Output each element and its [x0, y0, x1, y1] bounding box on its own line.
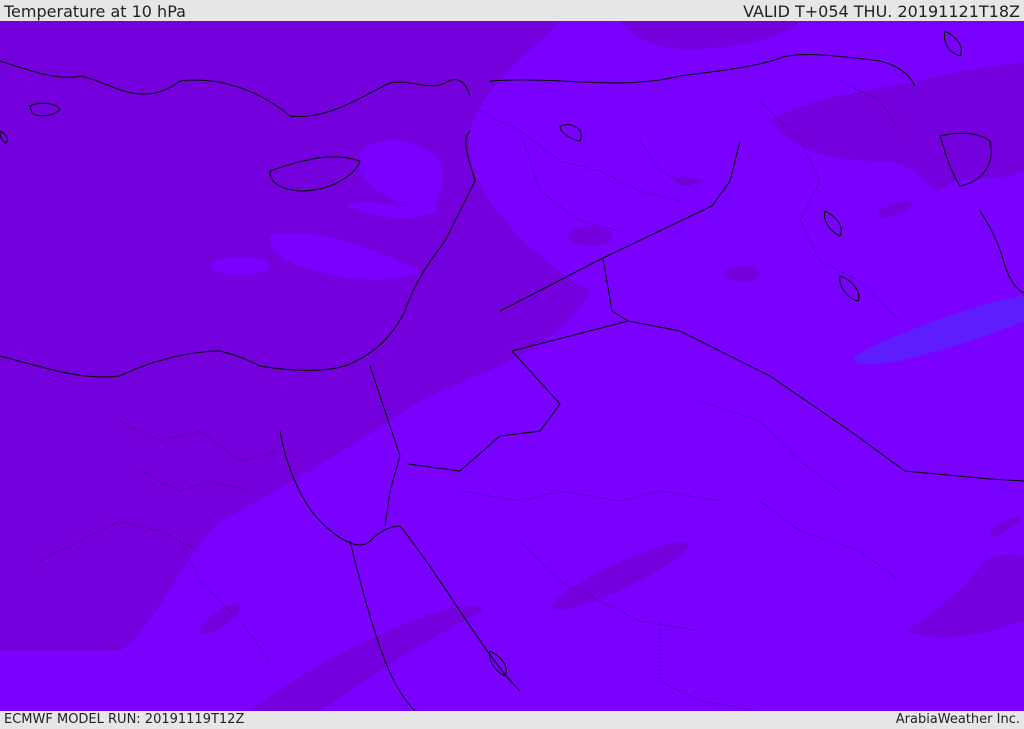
model-run-label: ECMWF MODEL RUN: 20191119T12Z	[4, 712, 245, 727]
valid-time: VALID T+054 THU. 20191121T18Z	[743, 2, 1020, 21]
dark-spot-1	[568, 226, 612, 246]
dark-spot-3	[674, 177, 702, 185]
map-title: Temperature at 10 hPa	[4, 2, 186, 21]
credit-label: ArabiaWeather Inc.	[895, 712, 1020, 727]
footer-bar: ECMWF MODEL RUN: 20191119T12Z ArabiaWeat…	[0, 711, 1024, 729]
dark-spot-2	[724, 266, 760, 282]
temperature-map	[0, 21, 1024, 711]
light-lens-4	[210, 257, 270, 275]
header-bar: Temperature at 10 hPa VALID T+054 THU. 2…	[0, 0, 1024, 21]
